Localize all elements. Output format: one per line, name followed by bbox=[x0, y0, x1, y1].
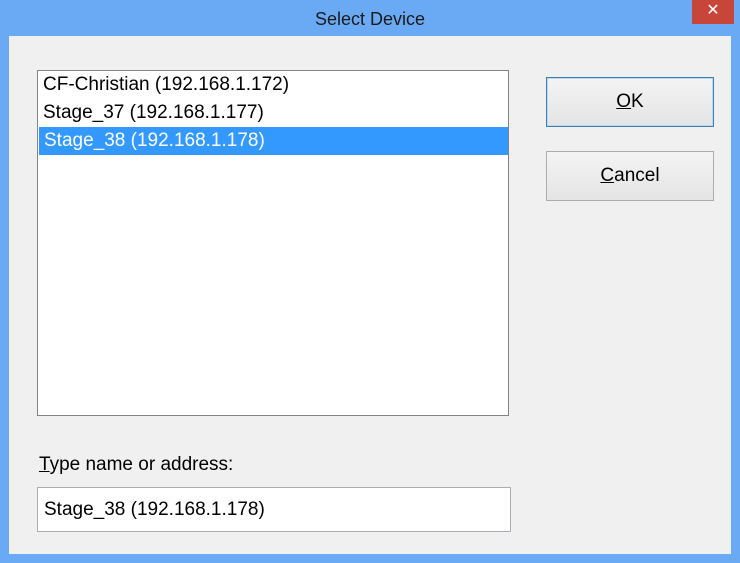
cancel-accelerator: C bbox=[600, 165, 615, 186]
name-or-address-input[interactable]: Stage_38 (192.168.1.178) bbox=[37, 487, 511, 532]
ok-label: K bbox=[631, 91, 644, 112]
close-icon: ✕ bbox=[706, 2, 720, 19]
select-device-dialog: Select Device ✕ CF-Christian (192.168.1.… bbox=[0, 0, 740, 563]
device-listbox[interactable]: CF-Christian (192.168.1.172) Stage_37 (1… bbox=[37, 70, 509, 416]
close-button[interactable]: ✕ bbox=[692, 0, 734, 24]
cancel-button[interactable]: Cancel bbox=[546, 151, 714, 201]
title-bar[interactable]: Select Device ✕ bbox=[0, 0, 740, 36]
label-accelerator: T bbox=[39, 454, 50, 475]
dialog-title: Select Device bbox=[314, 9, 426, 29]
device-list-item-selected[interactable]: Stage_38 (192.168.1.178) bbox=[39, 127, 508, 155]
dialog-body: CF-Christian (192.168.1.172) Stage_37 (1… bbox=[9, 36, 731, 554]
ok-accelerator: O bbox=[616, 91, 632, 112]
ok-button[interactable]: OK bbox=[546, 77, 714, 127]
device-list-item[interactable]: CF-Christian (192.168.1.172) bbox=[38, 71, 508, 99]
cancel-label: ancel bbox=[614, 165, 660, 186]
name-or-address-label: Type name or address: bbox=[39, 454, 233, 476]
device-list-item[interactable]: Stage_37 (192.168.1.177) bbox=[38, 99, 508, 127]
label-text: ype name or address: bbox=[49, 454, 234, 475]
